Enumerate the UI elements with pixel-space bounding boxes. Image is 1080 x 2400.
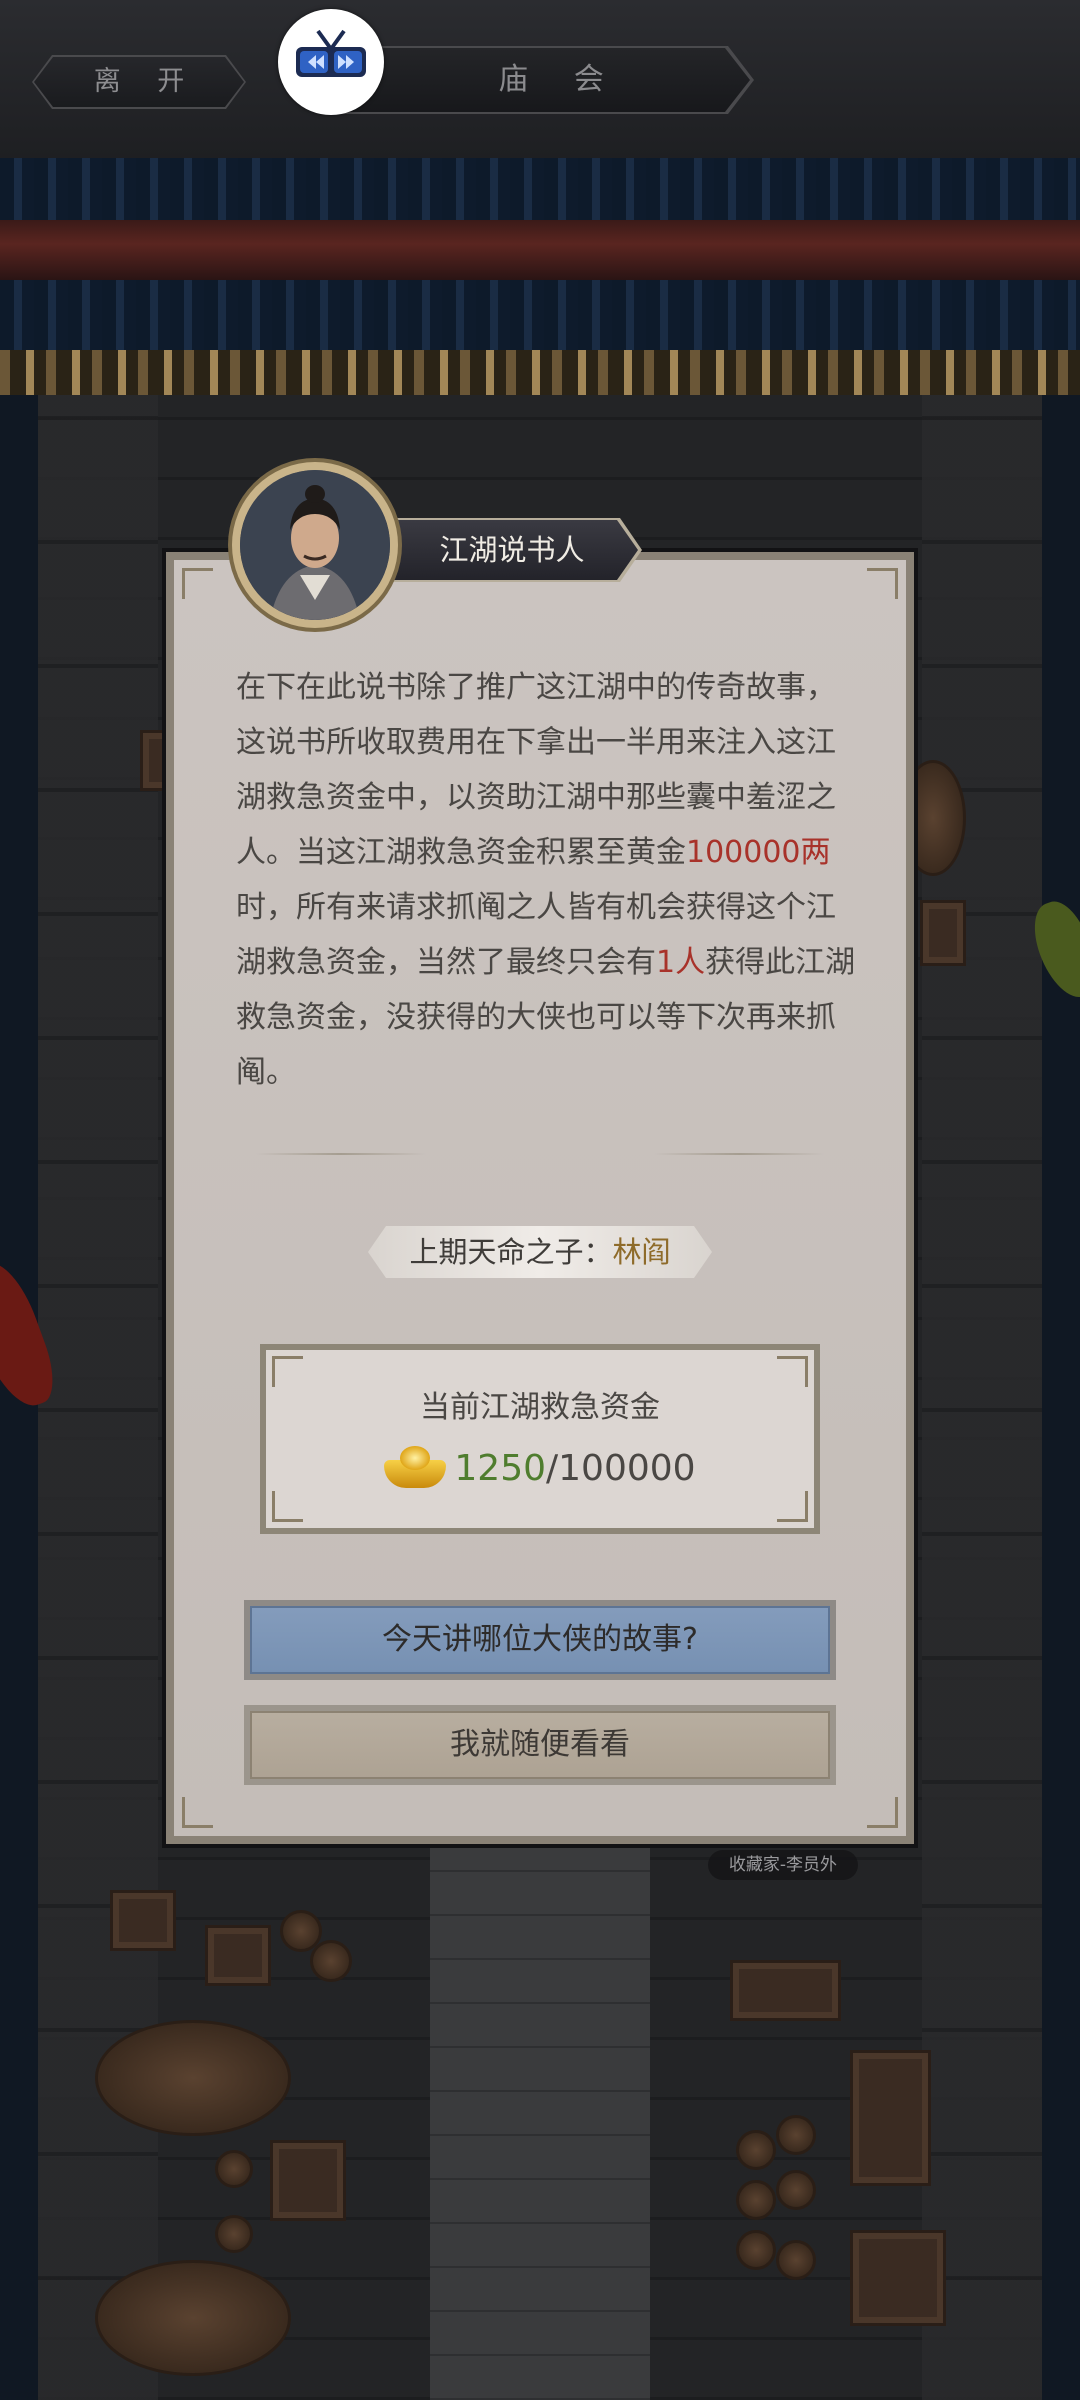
divider-left: [256, 1153, 426, 1155]
right-wall: [922, 395, 1042, 2400]
fund-current: 1250: [454, 1448, 547, 1489]
corner-ornament: [788, 1502, 808, 1522]
crate: [110, 1890, 176, 1951]
crate: [850, 2230, 946, 2326]
barrel: [215, 2150, 253, 2188]
corner-ornament: [788, 1356, 808, 1376]
crate: [730, 1960, 841, 2021]
fund-title: 当前江湖救急资金: [420, 1390, 660, 1425]
crate: [920, 900, 966, 966]
fund-goal: 100000: [558, 1448, 696, 1489]
crate: [205, 1925, 271, 1986]
barrel: [776, 2240, 816, 2280]
corner-ornament: [870, 568, 898, 596]
gold-ingot-icon: [384, 1446, 447, 1488]
hear-story-button[interactable]: 今天讲哪位大侠的故事?: [250, 1606, 830, 1674]
fund-amount: 1250/100000: [266, 1446, 814, 1489]
barrel: [736, 2130, 776, 2170]
divider-right: [654, 1153, 824, 1155]
corner-ornament: [272, 1502, 292, 1522]
barrel: [736, 2180, 776, 2220]
last-winner: 上期天命之子：林阎: [368, 1226, 712, 1278]
npc-nameplate[interactable]: 收藏家-李员外: [708, 1850, 858, 1880]
game-logo-icon[interactable]: [278, 9, 384, 115]
fund-box: [266, 1350, 814, 1528]
crate: [270, 2140, 346, 2221]
location-title: 庙 会: [498, 62, 622, 97]
last-winner-name: 林阎: [612, 1235, 671, 1269]
winner-count: 1人: [656, 945, 706, 980]
barrel: [215, 2215, 253, 2253]
roof-eave: [0, 350, 1080, 395]
fund-separator: /: [546, 1448, 559, 1489]
barrel: [310, 1940, 352, 1982]
corner-ornament: [870, 1800, 898, 1828]
crate: [850, 2050, 931, 2186]
stone-path: [430, 1840, 650, 2400]
barrel: [95, 2020, 291, 2136]
corner-ornament: [182, 1800, 210, 1828]
storyteller-portrait: [240, 470, 390, 620]
just-browse-button[interactable]: 我就随便看看: [250, 1711, 830, 1779]
gold-target-amount: 100000两: [686, 835, 831, 870]
corner-ornament: [272, 1356, 303, 1387]
leave-button[interactable]: 离 开: [32, 55, 246, 109]
corner-ornament: [182, 568, 213, 599]
barrel: [736, 2230, 776, 2270]
barrel: [776, 2170, 816, 2210]
last-winner-label: 上期天命之子：: [409, 1235, 613, 1269]
npc-name: 江湖说书人: [439, 533, 585, 567]
barrel: [95, 2260, 291, 2376]
barrel: [776, 2115, 816, 2155]
roof-beam: [0, 220, 1080, 280]
story-text: 在下在此说书除了推广这江湖中的传奇故事，这说书所收取费用在下拿出一半用来注入这江…: [236, 660, 856, 1100]
